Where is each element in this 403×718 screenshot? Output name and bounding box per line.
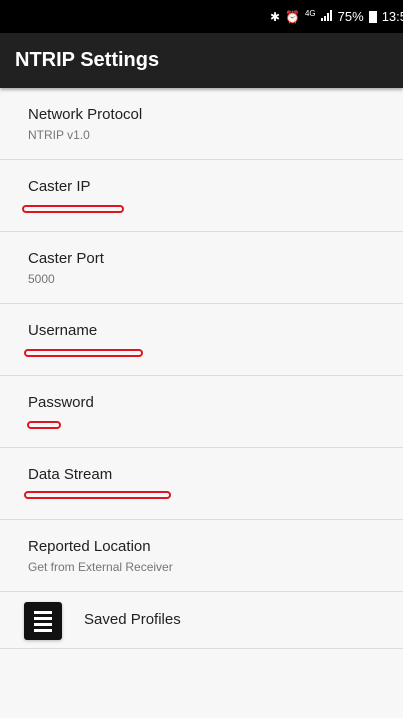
caster-port-setting[interactable]: Caster Port 5000	[0, 232, 403, 304]
status-bar: ✱ ⏰ 4G 75% 13:5	[0, 0, 403, 33]
username-title: Username	[28, 322, 98, 339]
network-protocol-setting[interactable]: Network Protocol NTRIP v1.0	[0, 88, 403, 160]
reported-location-setting[interactable]: Reported Location Get from External Rece…	[0, 520, 403, 592]
data-stream-setting[interactable]: Data Stream	[0, 448, 403, 520]
redaction-mark	[24, 491, 171, 499]
signal-icon	[320, 10, 333, 23]
network-protocol-title: Network Protocol	[28, 106, 143, 123]
app-bar: NTRIP Settings	[0, 33, 403, 88]
saved-profiles-label: Saved Profiles	[84, 611, 181, 628]
caster-ip-title: Caster IP	[28, 178, 91, 195]
page-title: NTRIP Settings	[15, 49, 160, 71]
network-type: 4G	[304, 8, 316, 18]
battery-icon	[368, 10, 377, 23]
redaction-mark	[27, 421, 61, 429]
clock: 13:5	[381, 9, 403, 24]
settings-list: Network Protocol NTRIP v1.0 Caster IP Ca…	[0, 88, 403, 649]
bluetooth-icon: ✱	[269, 9, 281, 24]
alarm-icon: ⏰	[285, 9, 300, 24]
caster-ip-setting[interactable]: Caster IP	[0, 160, 403, 232]
saved-profiles-item[interactable]: Saved Profiles	[0, 592, 403, 649]
redaction-mark	[24, 349, 143, 357]
reported-location-title: Reported Location	[28, 538, 151, 555]
battery-percent: 75%	[337, 9, 364, 24]
caster-port-title: Caster Port	[28, 250, 104, 267]
password-title: Password	[28, 394, 94, 411]
list-menu-icon	[24, 602, 62, 640]
reported-location-value: Get from External Receiver	[28, 560, 173, 574]
network-protocol-value: NTRIP v1.0	[28, 128, 90, 142]
password-setting[interactable]: Password	[0, 376, 403, 448]
username-setting[interactable]: Username	[0, 304, 403, 376]
caster-port-value: 5000	[28, 272, 55, 286]
redaction-mark	[22, 205, 124, 213]
data-stream-title: Data Stream	[28, 466, 113, 483]
